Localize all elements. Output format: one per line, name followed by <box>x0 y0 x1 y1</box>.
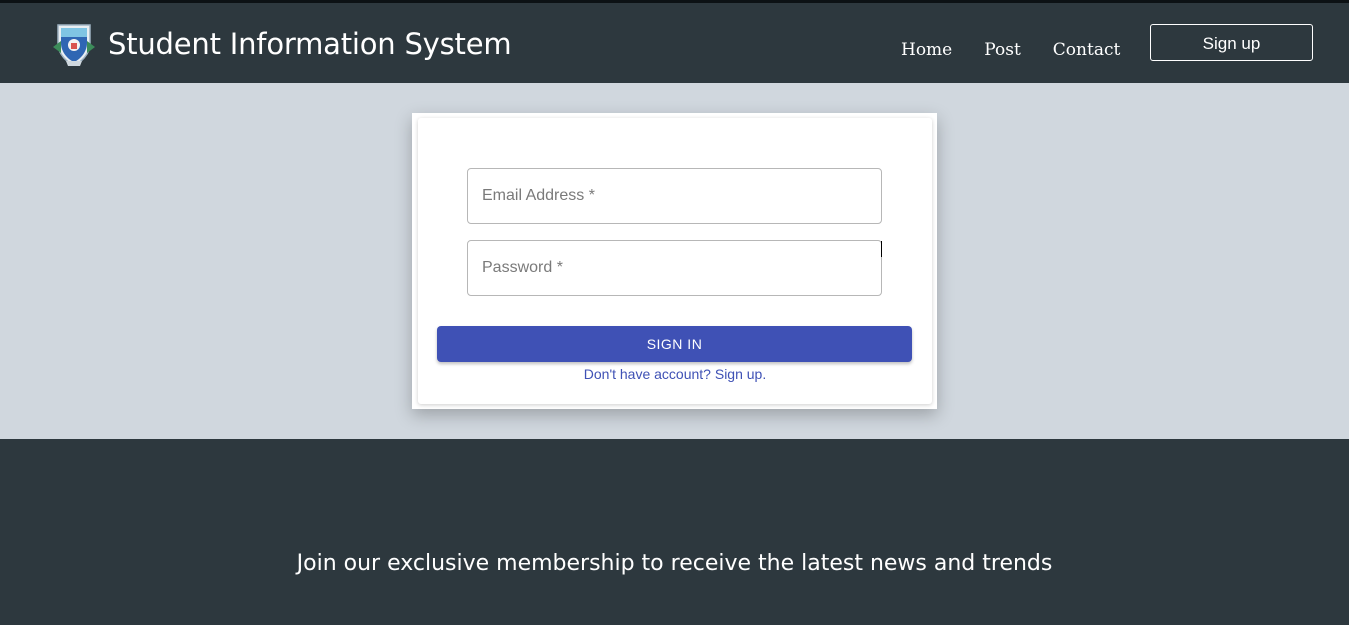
text-cursor <box>881 241 882 257</box>
signup-button[interactable]: Sign up <box>1150 24 1313 61</box>
email-input[interactable] <box>468 169 881 223</box>
main-nav: Home Post Contact <box>901 40 1120 60</box>
nav-link-post[interactable]: Post <box>984 40 1021 60</box>
email-field-wrapper <box>467 168 882 224</box>
brand[interactable]: Student Information System <box>52 21 512 67</box>
footer: Join our exclusive membership to receive… <box>0 439 1349 625</box>
password-input[interactable] <box>468 241 881 295</box>
nav-link-contact[interactable]: Contact <box>1053 40 1121 60</box>
site-title: Student Information System <box>108 27 512 61</box>
footer-tagline: Join our exclusive membership to receive… <box>296 551 1053 576</box>
university-crest-icon <box>53 24 95 66</box>
password-field-wrapper <box>467 240 882 296</box>
nav-link-home[interactable]: Home <box>901 40 952 60</box>
login-card: SIGN IN Don't have account? Sign up. <box>418 118 932 404</box>
top-navbar: Student Information System Home Post Con… <box>0 3 1349 83</box>
sign-in-button[interactable]: SIGN IN <box>437 326 912 362</box>
signup-link[interactable]: Don't have account? Sign up. <box>418 366 932 382</box>
